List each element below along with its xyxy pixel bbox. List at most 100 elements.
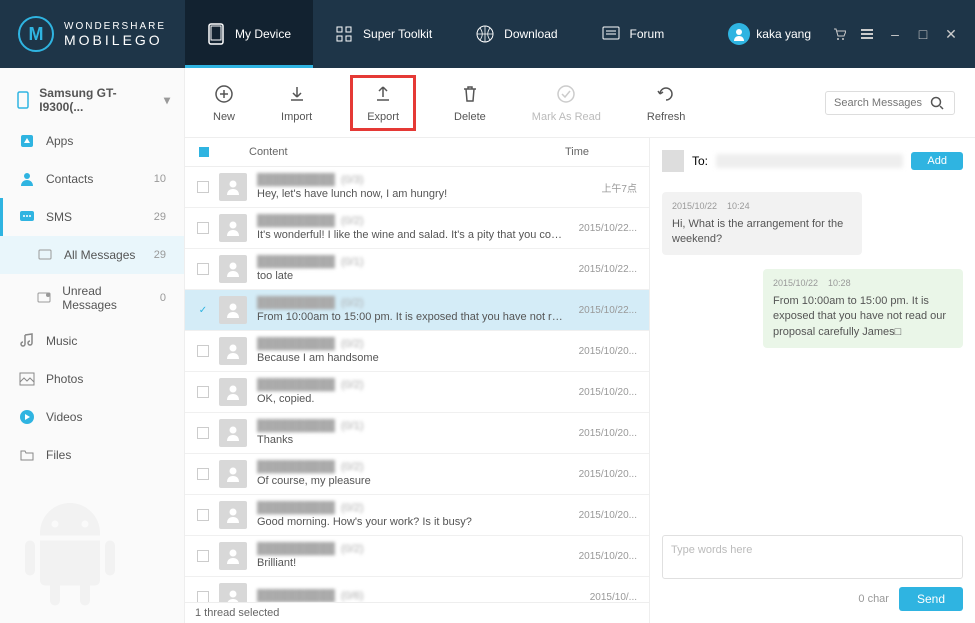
add-button[interactable]: Add bbox=[911, 152, 963, 170]
status-bar: 1 thread selected bbox=[185, 602, 649, 623]
send-button[interactable]: Send bbox=[899, 587, 963, 611]
sidebar-item-photos[interactable]: Photos bbox=[0, 360, 184, 398]
message-row[interactable]: ██████████(0/1)too late2015/10/22... bbox=[185, 249, 649, 290]
row-checkbox[interactable] bbox=[197, 345, 209, 357]
device-name: Samsung GT-I9300(... bbox=[39, 86, 156, 114]
message-row[interactable]: ██████████(0/2)Good morning. How's your … bbox=[185, 495, 649, 536]
minimize-button[interactable]: – bbox=[887, 26, 903, 42]
sidebar-item-videos[interactable]: Videos bbox=[0, 398, 184, 436]
tool-label: Import bbox=[281, 111, 312, 123]
row-checkbox[interactable] bbox=[197, 222, 209, 234]
chat-panel: To: Add 2015/10/22 10:24Hi, What is the … bbox=[650, 138, 975, 623]
message-row[interactable]: ██████████(0/2)Brilliant!2015/10/20... bbox=[185, 536, 649, 577]
logo-area: M WONDERSHARE MOBILEGO bbox=[0, 0, 185, 68]
row-checkbox[interactable]: ✓ bbox=[197, 304, 209, 316]
tab-forum[interactable]: Forum bbox=[580, 0, 687, 68]
mark-read-button[interactable]: Mark As Read bbox=[524, 77, 609, 129]
cart-icon[interactable] bbox=[831, 26, 847, 42]
sidebar-item-unread-messages[interactable]: Unread Messages 0 bbox=[0, 274, 184, 322]
message-row[interactable]: ██████████(0/6) 2015/10/... bbox=[185, 577, 649, 602]
chat-body[interactable]: 2015/10/22 10:24Hi, What is the arrangem… bbox=[662, 182, 963, 535]
message-time: 2015/10/20... bbox=[577, 469, 637, 480]
message-row[interactable]: ██████████(0/1)Thanks2015/10/20... bbox=[185, 413, 649, 454]
message-time: 2015/10/20... bbox=[577, 346, 637, 357]
right-controls: kaka yang – □ ✕ bbox=[728, 0, 975, 68]
tab-super-toolkit[interactable]: Super Toolkit bbox=[313, 0, 454, 68]
sidebar-item-sms[interactable]: SMS 29 bbox=[0, 198, 184, 236]
list-body[interactable]: ██████████(0/3)Hey, let's have lunch now… bbox=[185, 167, 649, 602]
trash-icon bbox=[459, 83, 481, 105]
tab-label: My Device bbox=[235, 27, 291, 41]
recipient-avatar-icon bbox=[662, 150, 684, 172]
export-icon bbox=[372, 83, 394, 105]
maximize-button[interactable]: □ bbox=[915, 26, 931, 42]
sidebar-item-contacts[interactable]: Contacts 10 bbox=[0, 160, 184, 198]
new-button[interactable]: New bbox=[205, 77, 243, 129]
user-avatar-icon bbox=[728, 23, 750, 45]
refresh-button[interactable]: Refresh bbox=[639, 77, 694, 129]
sidebar-label: Videos bbox=[46, 410, 82, 424]
row-checkbox[interactable] bbox=[197, 427, 209, 439]
message-count: (0/2) bbox=[341, 461, 364, 473]
select-all-checkbox[interactable] bbox=[199, 147, 209, 157]
message-body: ██████████(0/6) bbox=[257, 590, 567, 602]
sidebar-label: Photos bbox=[46, 372, 83, 386]
tab-my-device[interactable]: My Device bbox=[185, 0, 313, 68]
sidebar-item-files[interactable]: Files bbox=[0, 436, 184, 474]
message-row[interactable]: ██████████(0/2)OK, copied.2015/10/20... bbox=[185, 372, 649, 413]
message-row[interactable]: ██████████(0/3)Hey, let's have lunch now… bbox=[185, 167, 649, 208]
user-area[interactable]: kaka yang bbox=[728, 23, 811, 45]
message-row[interactable]: ██████████(0/2)Of course, my pleasure201… bbox=[185, 454, 649, 495]
import-icon bbox=[286, 83, 308, 105]
import-button[interactable]: Import bbox=[273, 77, 320, 129]
recipient-name bbox=[716, 154, 903, 168]
message-row[interactable]: ██████████(0/2)Because I am handsome2015… bbox=[185, 331, 649, 372]
chevron-down-icon: ▾ bbox=[164, 93, 170, 107]
message-row[interactable]: ✓██████████(0/2)From 10:00am to 15:00 pm… bbox=[185, 290, 649, 331]
row-checkbox[interactable] bbox=[197, 550, 209, 562]
sidebar-item-apps[interactable]: Apps bbox=[0, 122, 184, 160]
message-time: 2015/10/20... bbox=[577, 551, 637, 562]
export-button[interactable]: Export bbox=[350, 75, 416, 131]
contact-avatar-icon bbox=[219, 419, 247, 447]
row-checkbox[interactable] bbox=[197, 181, 209, 193]
message-input[interactable]: Type words here bbox=[662, 535, 963, 579]
message-time: 2015/10/22... bbox=[577, 223, 637, 234]
device-icon bbox=[207, 25, 225, 43]
chat-header: To: Add bbox=[662, 150, 963, 182]
search-box[interactable] bbox=[825, 91, 955, 115]
contact-name: ██████████ bbox=[257, 215, 335, 227]
row-checkbox[interactable] bbox=[197, 386, 209, 398]
row-checkbox[interactable] bbox=[197, 263, 209, 275]
sidebar-label: Unread Messages bbox=[62, 284, 150, 312]
row-checkbox[interactable] bbox=[197, 509, 209, 521]
message-preview: OK, copied. bbox=[257, 393, 567, 405]
phone-icon bbox=[14, 91, 31, 109]
count: 29 bbox=[154, 211, 166, 223]
message-row[interactable]: ██████████(0/2)It's wonderful! I like th… bbox=[185, 208, 649, 249]
contact-name: ██████████ bbox=[257, 256, 335, 268]
tab-download[interactable]: Download bbox=[454, 0, 579, 68]
row-checkbox[interactable] bbox=[197, 468, 209, 480]
grid-icon bbox=[335, 25, 353, 43]
close-button[interactable]: ✕ bbox=[943, 26, 959, 42]
apps-icon bbox=[18, 132, 36, 150]
message-time: 2015/10/... bbox=[577, 592, 637, 603]
sidebar-item-music[interactable]: Music bbox=[0, 322, 184, 360]
sidebar-item-all-messages[interactable]: All Messages 29 bbox=[0, 236, 184, 274]
search-icon bbox=[930, 96, 944, 110]
delete-button[interactable]: Delete bbox=[446, 77, 494, 129]
sidebar-label: Contacts bbox=[46, 172, 93, 186]
message-preview: Thanks bbox=[257, 434, 567, 446]
device-selector[interactable]: Samsung GT-I9300(... ▾ bbox=[0, 78, 184, 122]
message-count: (0/2) bbox=[341, 297, 364, 309]
contact-avatar-icon bbox=[219, 173, 247, 201]
row-checkbox[interactable] bbox=[197, 591, 209, 602]
search-input[interactable] bbox=[834, 97, 924, 109]
menu-icon[interactable] bbox=[859, 26, 875, 42]
message-count: (0/2) bbox=[341, 379, 364, 391]
message-preview: It's wonderful! I like the wine and sala… bbox=[257, 229, 567, 241]
globe-icon bbox=[476, 25, 494, 43]
message-list: Content Time ██████████(0/3)Hey, let's h… bbox=[185, 138, 650, 623]
nav-tabs: My Device Super Toolkit Download Forum bbox=[185, 0, 728, 68]
